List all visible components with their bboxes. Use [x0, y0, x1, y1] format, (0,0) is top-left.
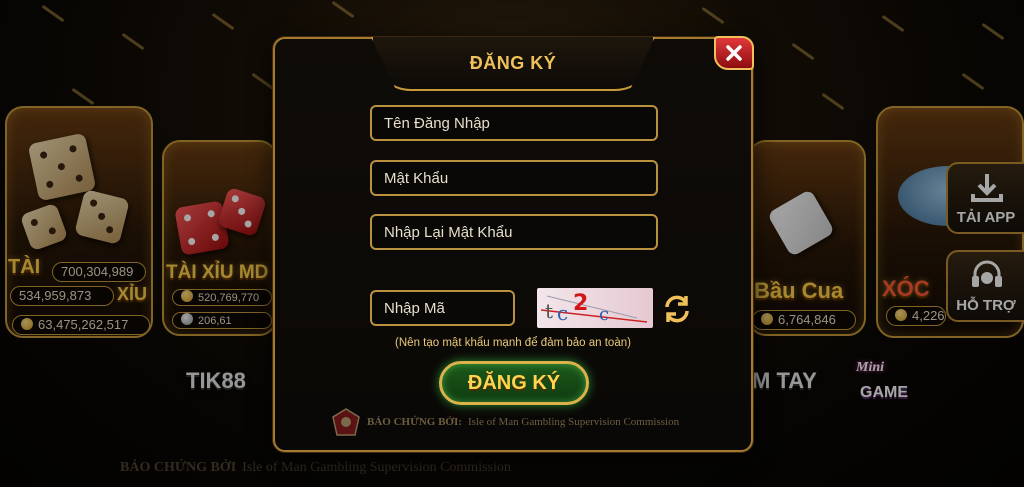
register-submit-button[interactable]: ĐĂNG KÝ [439, 361, 589, 405]
username-input[interactable] [370, 105, 658, 141]
captcha-image: t c 2 c [537, 288, 653, 328]
refresh-captcha-button[interactable] [661, 293, 693, 325]
svg-text:t: t [545, 299, 553, 323]
svg-text:2: 2 [573, 291, 588, 316]
register-modal: ĐĂNG KÝ t c 2 c (Nên tạo mật khẩu mạnh đ… [273, 36, 754, 452]
close-icon [726, 45, 742, 61]
password-input[interactable] [370, 160, 658, 196]
svg-text:c: c [557, 301, 568, 325]
captcha-input[interactable] [370, 290, 515, 326]
witness-org: Isle of Man Gambling Supervision Commiss… [467, 416, 680, 428]
witness-label: BẢO CHỨNG BỞI: [367, 416, 462, 428]
svg-text:c: c [599, 304, 609, 325]
password-hint: (Nên tạo mật khẩu mạnh để đảm bảo an toà… [395, 337, 631, 349]
commission-logo-icon [332, 408, 360, 436]
confirm-password-input[interactable] [370, 214, 658, 250]
close-button[interactable] [714, 36, 754, 70]
refresh-icon [665, 295, 689, 323]
witness-line: BẢO CHỨNG BỞI: Isle of Man Gambling Supe… [331, 407, 679, 437]
modal-title: ĐĂNG KÝ [469, 53, 557, 73]
